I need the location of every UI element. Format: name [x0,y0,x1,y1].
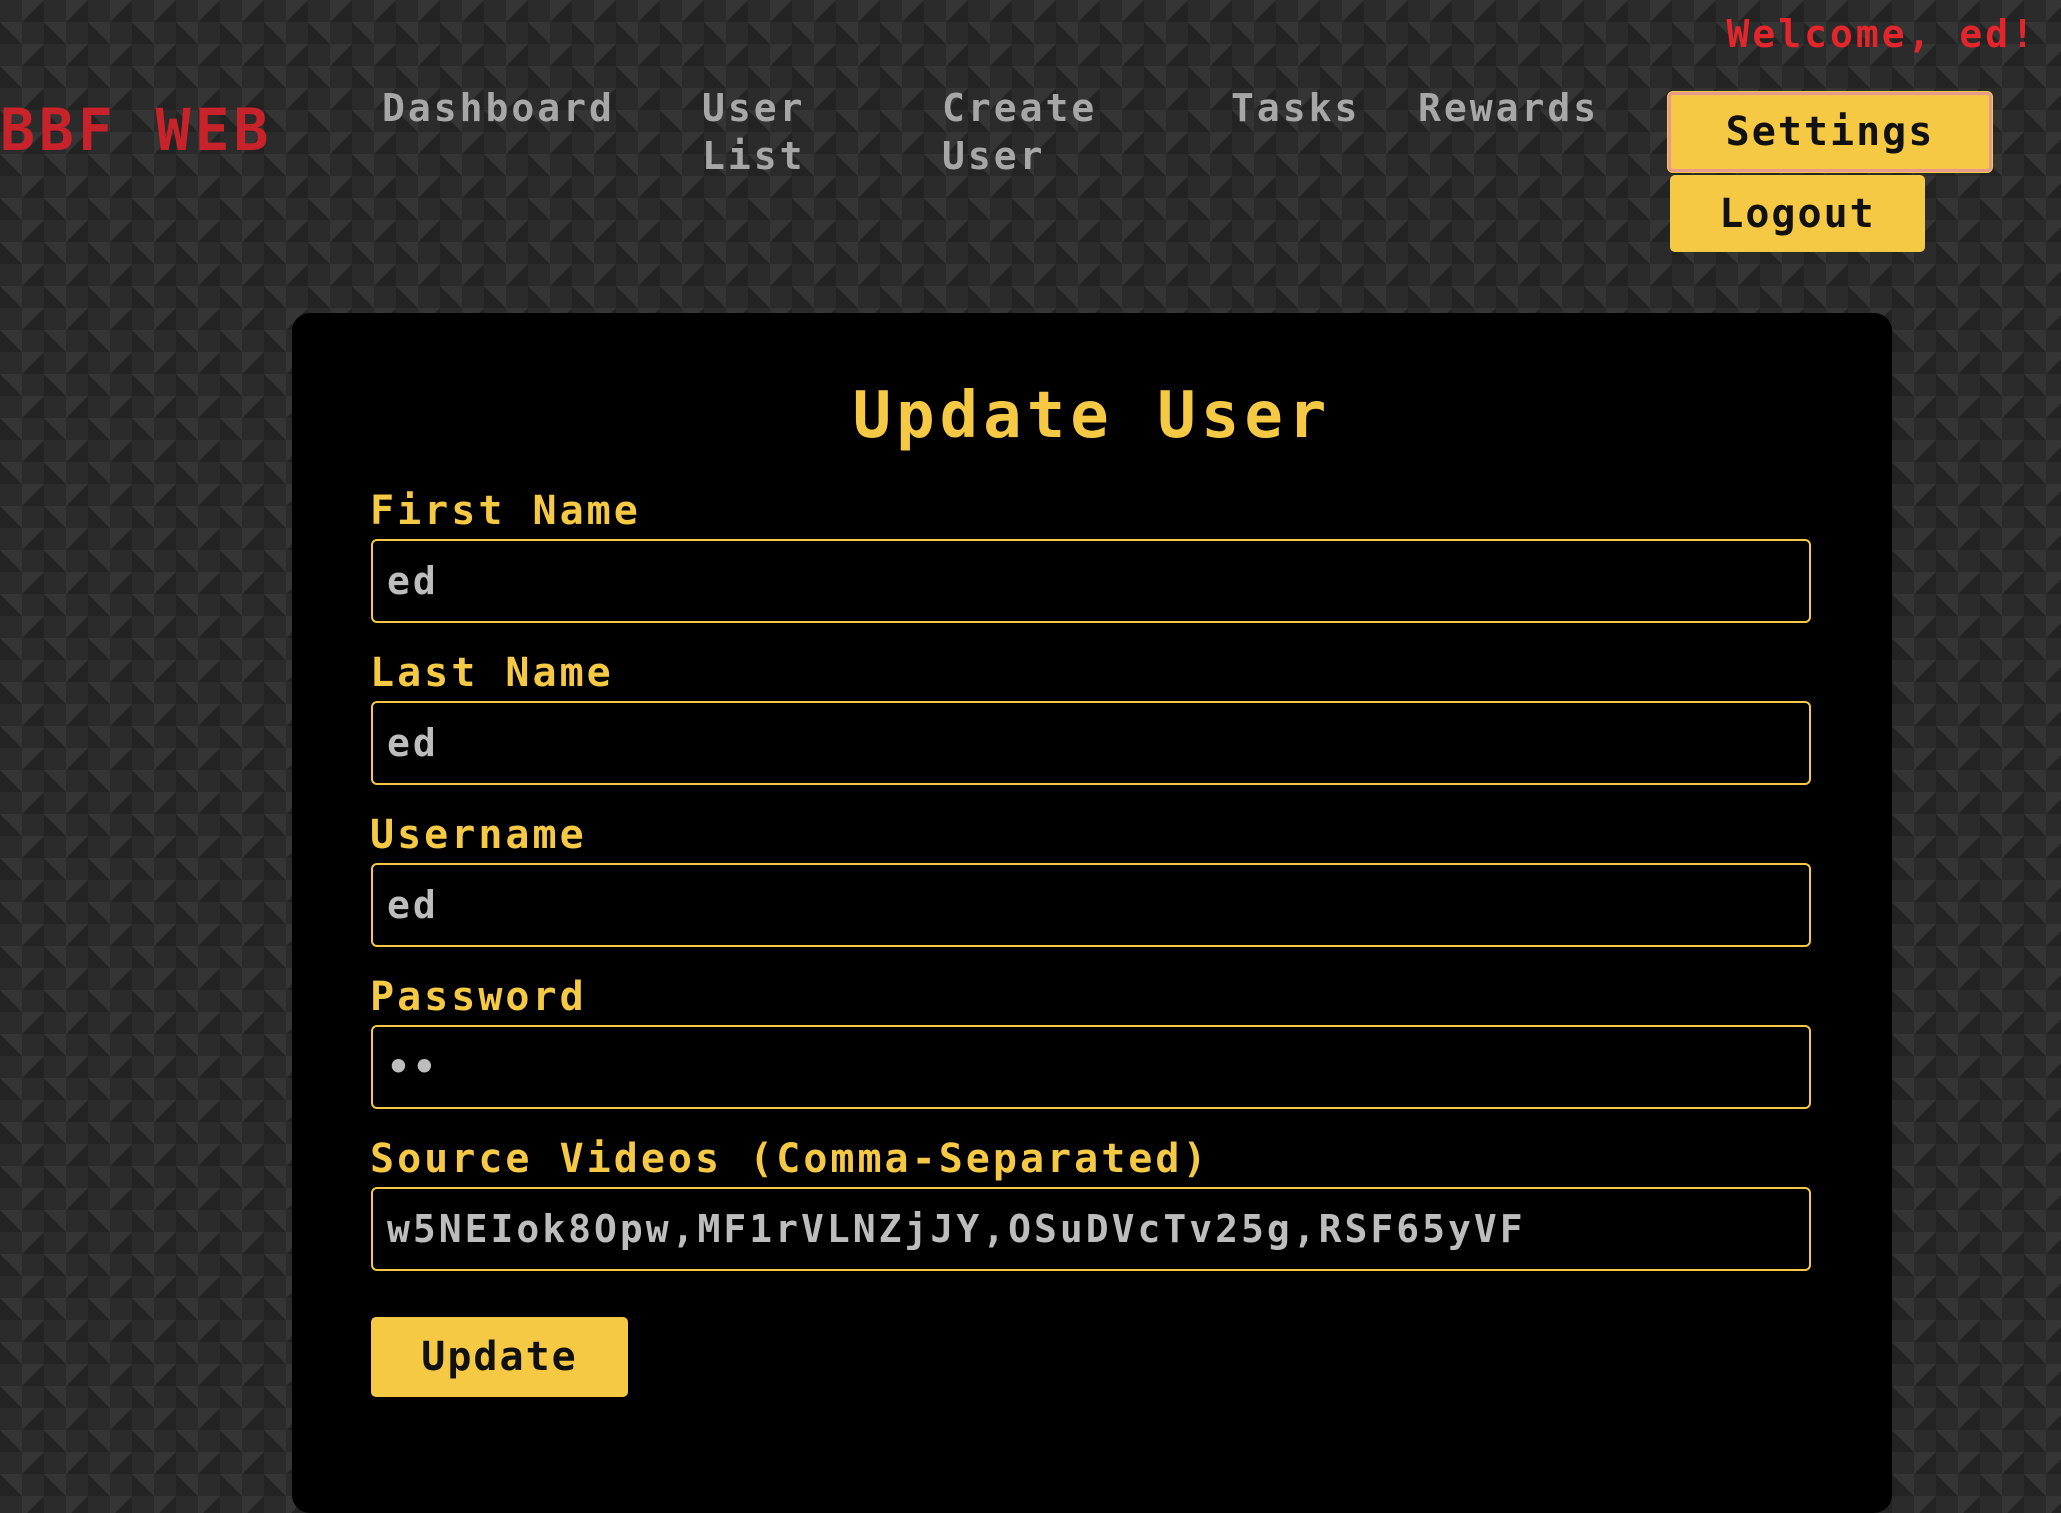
update-button[interactable]: Update [371,1317,628,1397]
welcome-message: Welcome, ed! [1726,12,2037,56]
username-label: Username [370,812,587,858]
source-videos-label: Source Videos (Comma-Separated) [370,1136,1210,1182]
page-title: Update User [852,379,1332,453]
nav-create-user[interactable]: Create User [942,84,1132,180]
update-user-card: Update User First Name Last Name Usernam… [292,313,1892,1513]
nav-dashboard[interactable]: Dashboard [382,84,615,132]
first-name-field[interactable] [371,539,1811,623]
last-name-field[interactable] [371,701,1811,785]
first-name-label: First Name [370,488,641,534]
username-field[interactable] [371,863,1811,947]
site-logo[interactable]: BBF WEB [0,96,272,164]
password-field[interactable] [371,1025,1811,1109]
nav-rewards[interactable]: Rewards [1418,84,1599,132]
logout-button[interactable]: Logout [1670,175,1925,252]
source-videos-field[interactable] [371,1187,1811,1271]
password-label: Password [370,974,587,1020]
last-name-label: Last Name [370,650,614,696]
settings-button[interactable]: Settings [1668,92,1992,172]
nav-tasks[interactable]: Tasks [1231,84,1360,132]
nav-user-list[interactable]: User List [702,84,842,180]
